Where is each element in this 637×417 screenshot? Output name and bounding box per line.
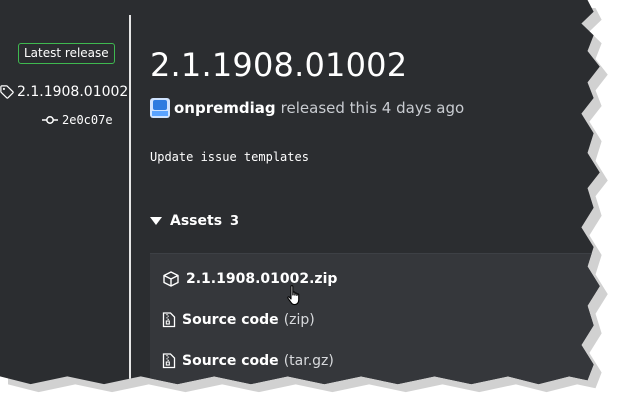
- asset-item[interactable]: Source code (tar.gz): [162, 350, 334, 372]
- asset-format: (tar.gz): [283, 353, 334, 369]
- file-zip-icon: [162, 312, 176, 328]
- asset-name: Source code: [182, 312, 279, 328]
- assets-list: 2.1.1908.01002.zip Source code (zip) Sou…: [150, 253, 600, 385]
- triangle-down-icon: [150, 217, 162, 225]
- author-link[interactable]: onpremdiag: [174, 99, 276, 117]
- asset-item[interactable]: 2.1.1908.01002.zip: [162, 268, 337, 290]
- hand-cursor-icon: [287, 285, 300, 306]
- assets-toggle[interactable]: Assets 3: [150, 213, 239, 229]
- asset-item[interactable]: Source code (zip): [162, 309, 315, 331]
- release-byline: onpremdiag released this 4 days ago: [150, 98, 464, 118]
- latest-release-badge: Latest release: [18, 43, 115, 64]
- avatar[interactable]: [150, 98, 170, 118]
- assets-count: 3: [230, 213, 240, 229]
- package-icon: [163, 271, 179, 287]
- sidebar-divider: [129, 15, 131, 379]
- tag-icon: [0, 85, 14, 99]
- release-page: Latest release 2.1.1908.01002 2e0c07e 2.…: [0, 0, 600, 385]
- released-text: released this 4 days ago: [280, 99, 465, 117]
- asset-format: (zip): [283, 312, 315, 328]
- release-title[interactable]: 2.1.1908.01002: [150, 46, 407, 84]
- commit-sha: 2e0c07e: [62, 113, 113, 127]
- asset-name: Source code: [182, 353, 279, 369]
- commit-link[interactable]: 2e0c07e: [42, 113, 113, 127]
- release-tag-link[interactable]: 2.1.1908.01002: [0, 84, 128, 100]
- git-commit-icon: [42, 116, 58, 124]
- release-notes: Update issue templates: [150, 150, 309, 164]
- file-zip-icon: [162, 353, 176, 369]
- assets-label: Assets: [170, 213, 223, 229]
- tag-label: 2.1.1908.01002: [17, 84, 129, 100]
- asset-name: 2.1.1908.01002.zip: [186, 271, 338, 287]
